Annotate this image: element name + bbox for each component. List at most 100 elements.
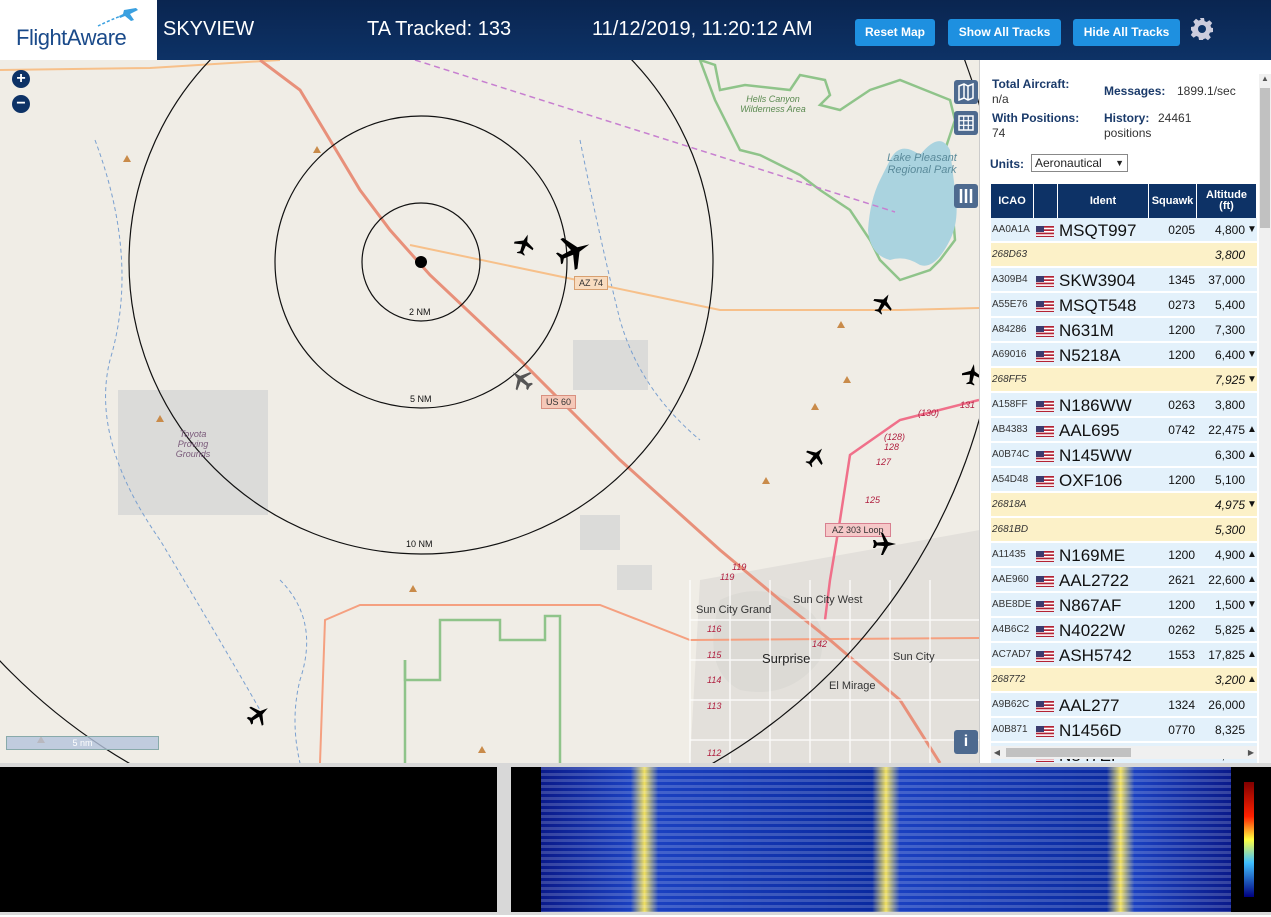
ident-cell: OXF106 xyxy=(1059,471,1123,490)
scroll-thumb[interactable] xyxy=(1006,748,1131,757)
us-flag-icon xyxy=(1036,299,1054,312)
ident-cell: SKW3904 xyxy=(1059,271,1136,290)
ident-cell: N1456D xyxy=(1059,721,1122,740)
bottom-panels xyxy=(0,763,1271,915)
altitude-cell: 7,300 xyxy=(1214,323,1245,337)
column-header-altitude[interactable]: Altitude (ft) xyxy=(1197,184,1257,218)
altitude-cell: 5,825 xyxy=(1214,623,1245,637)
table-row[interactable]: 26818A 4,975 ▼ xyxy=(991,493,1257,517)
units-label: Units: xyxy=(990,157,1024,171)
column-header-ident[interactable]: Ident xyxy=(1058,184,1149,218)
ident-cell: N169ME xyxy=(1059,546,1126,565)
aircraft-icon[interactable] xyxy=(508,366,536,394)
map-view[interactable]: 2 NM 5 NM 10 NM AZ 74 US 60 AZ 303 Loop … xyxy=(0,60,979,763)
column-header-squawk[interactable]: Squawk xyxy=(1149,184,1197,218)
altitude-trend-icon: ▼ xyxy=(1247,224,1257,235)
ident-cell: ASH5742 xyxy=(1059,646,1132,665)
scroll-left-icon[interactable]: ◀ xyxy=(991,746,1003,759)
show-all-tracks-button[interactable]: Show All Tracks xyxy=(948,19,1061,46)
table-row[interactable]: 268772 3,200 ▲ xyxy=(991,668,1257,692)
icao-cell: A4B6C2 xyxy=(992,624,1030,635)
table-row[interactable]: A69016 N5218A 1200 6,400 ▼ xyxy=(991,343,1257,367)
messages-value: 1899.1/sec xyxy=(1177,84,1236,98)
table-row[interactable]: AB4383 AAL695 0742 22,475 ▲ xyxy=(991,418,1257,442)
icao-cell: A309B4 xyxy=(992,274,1028,285)
table-row[interactable]: A309B4 SKW3904 1345 37,000 xyxy=(991,268,1257,292)
squawk-cell: 0205 xyxy=(1168,223,1195,237)
column-header-icao[interactable]: ICAO xyxy=(991,184,1034,218)
squawk-cell: 1200 xyxy=(1168,348,1195,362)
waterfall-spectrogram xyxy=(541,767,1254,912)
icao-cell: ABE8DE xyxy=(992,599,1032,610)
altitude-cell: 17,825 xyxy=(1208,648,1245,662)
reset-map-button[interactable]: Reset Map xyxy=(855,19,935,46)
horizontal-scrollbar[interactable]: ◀ ▶ xyxy=(991,746,1257,759)
gear-icon[interactable] xyxy=(1190,17,1214,41)
scroll-right-icon[interactable]: ▶ xyxy=(1245,746,1257,759)
squawk-cell: 0263 xyxy=(1168,398,1195,412)
table-row[interactable]: AA0A1A MSQT997 0205 4,800 ▼ xyxy=(991,218,1257,242)
table-row[interactable]: A0B871 N1456D 0770 8,325 xyxy=(991,718,1257,742)
table-row[interactable]: A54D48 OXF106 1200 5,100 xyxy=(991,468,1257,492)
altitude-cell: 7,925 xyxy=(1214,373,1245,387)
route-number: 115 xyxy=(707,650,722,660)
zoom-out-button[interactable]: − xyxy=(12,95,30,113)
aircraft-icon[interactable] xyxy=(962,362,979,388)
column-header-flag[interactable] xyxy=(1034,184,1058,218)
table-row[interactable]: A11435 N169ME 1200 4,900 ▲ xyxy=(991,543,1257,567)
table-row[interactable]: ABE8DE N867AF 1200 1,500 ▼ xyxy=(991,593,1257,617)
map-layers-button[interactable] xyxy=(954,80,978,104)
squawk-cell: 1553 xyxy=(1168,648,1195,662)
table-row[interactable]: A0B74C N145WW 6,300 ▲ xyxy=(991,443,1257,467)
altitude-cell: 22,475 xyxy=(1208,423,1245,437)
messages-label: Messages: xyxy=(1104,84,1166,98)
table-row[interactable]: A9B62C AAL277 1324 26,000 xyxy=(991,693,1257,717)
icao-cell: A84286 xyxy=(992,324,1027,335)
scroll-up-icon[interactable]: ▲ xyxy=(1260,74,1270,86)
units-select[interactable]: Aeronautical ▼ xyxy=(1031,154,1128,172)
us-flag-icon xyxy=(1036,274,1054,287)
table-row[interactable]: AC7AD7 ASH5742 1553 17,825 ▲ xyxy=(991,643,1257,667)
column-toggle-button[interactable] xyxy=(954,184,978,208)
aircraft-icon[interactable] xyxy=(511,232,537,258)
table-row[interactable]: A55E76 MSQT548 0273 5,400 xyxy=(991,293,1257,317)
scroll-thumb[interactable] xyxy=(1260,88,1270,228)
altitude-trend-icon: ▲ xyxy=(1247,549,1257,560)
table-row[interactable]: 268FF5 7,925 ▼ xyxy=(991,368,1257,392)
table-row[interactable]: 2681BD 5,300 xyxy=(991,518,1257,542)
vertical-scrollbar[interactable]: ▲ xyxy=(1259,74,1271,764)
aircraft-icon[interactable] xyxy=(802,444,828,470)
table-row[interactable]: AAE960 AAL2722 2621 22,600 ▲ xyxy=(991,568,1257,592)
route-number: 112 xyxy=(707,748,722,758)
altitude-trend-icon: ▼ xyxy=(1247,499,1257,510)
zoom-in-button[interactable]: + xyxy=(12,70,30,88)
icao-cell: A9B62C xyxy=(992,699,1030,710)
table-row[interactable]: A4B6C2 N4022W 0262 5,825 ▲ xyxy=(991,618,1257,642)
hide-all-tracks-button[interactable]: Hide All Tracks xyxy=(1073,19,1180,46)
table-row[interactable]: A158FF N186WW 0263 3,800 xyxy=(991,393,1257,417)
icao-cell: A158FF xyxy=(992,399,1028,410)
flightaware-logo[interactable]: FlightAware xyxy=(0,0,157,60)
squawk-cell: 1200 xyxy=(1168,473,1195,487)
aircraft-icon[interactable] xyxy=(553,232,593,272)
altitude-cell: 4,900 xyxy=(1214,548,1245,562)
aircraft-icon[interactable] xyxy=(870,530,898,558)
altitude-trend-icon: ▼ xyxy=(1247,599,1257,610)
header-bar: FlightAware SKYVIEW TA Tracked: 133 11/1… xyxy=(0,0,1271,60)
aircraft-icon[interactable] xyxy=(870,291,896,317)
table-row[interactable]: A84286 N631M 1200 7,300 xyxy=(991,318,1257,342)
place-label-surprise: Surprise xyxy=(762,651,811,666)
us-flag-icon xyxy=(1036,449,1054,462)
grid-toggle-button[interactable] xyxy=(954,111,978,135)
altitude-cell: 3,800 xyxy=(1214,248,1245,262)
altitude-cell: 26,000 xyxy=(1208,698,1245,712)
table-header: ICAO Ident Squawk Altitude (ft) xyxy=(991,184,1257,218)
with-positions-label: With Positions: xyxy=(992,111,1080,125)
icao-cell: AC7AD7 xyxy=(992,649,1031,660)
table-row[interactable]: 268D63 3,800 xyxy=(991,243,1257,267)
info-button[interactable]: i xyxy=(954,730,978,754)
aircraft-icon[interactable] xyxy=(244,701,272,729)
ring-label-2nm: 2 NM xyxy=(409,307,431,317)
aircraft-panel: Total Aircraft: n/a With Positions: 74 M… xyxy=(979,60,1271,767)
icao-cell: 2681BD xyxy=(992,524,1029,535)
